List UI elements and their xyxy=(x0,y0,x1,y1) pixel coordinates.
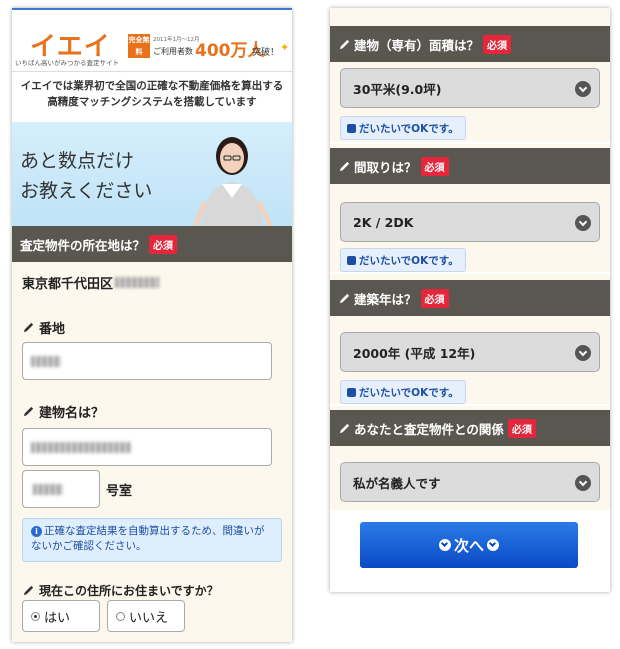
built-value: 2000年 (平成 12年) xyxy=(353,345,476,361)
built-year-section: 建築年は？ 必須 2000年 (平成 12年) だいたいでOKです。 xyxy=(330,274,610,404)
required-badge: 必須 xyxy=(420,156,449,176)
built-hint-text: だいたいでOKです。 xyxy=(359,386,459,399)
area-value: 30平米(9.0坪) xyxy=(353,81,442,97)
logo-subtitle: いちばん高いがみつかる査定サイト xyxy=(15,59,119,67)
residence-yes-radio[interactable]: はい xyxy=(22,600,100,632)
pencil-icon xyxy=(339,423,350,433)
chevron-down-icon xyxy=(575,345,591,361)
building-label: 建物名は？ xyxy=(12,402,104,421)
intro-text: イエイでは業界初で全国の正確な不動産価格を算出する高精度マッチングシステムを搭載… xyxy=(12,72,292,122)
relation-value: 私が名義人です xyxy=(353,475,441,491)
chevron-down-icon xyxy=(575,475,591,491)
pencil-icon xyxy=(23,585,34,596)
users-label: ご利用者数 xyxy=(153,47,193,56)
next-button-label: 次へ xyxy=(453,536,484,555)
built-hint: だいたいでOKです。 xyxy=(340,380,466,404)
layout-title: 間取りは？ xyxy=(354,159,417,175)
users-period: 2011年1月〜12月 xyxy=(153,37,200,43)
area-section: 建物（専有）面積は？ 必須 30平米(9.0坪) だいたいでOKです。 xyxy=(330,8,610,142)
pencil-icon xyxy=(339,39,350,49)
relation-select[interactable]: 私が名義人です xyxy=(340,462,600,502)
thumbs-up-icon xyxy=(347,255,356,265)
layout-hint: だいたいでOKです。 xyxy=(340,248,466,272)
layout-hint-text: だいたいでOKです。 xyxy=(359,254,459,267)
thumbs-up-icon xyxy=(347,123,356,133)
building-label-text: 建物名は？ xyxy=(39,406,105,421)
arrow-down-circle-icon xyxy=(438,539,451,551)
location-form-body: 東京都千代田区 番地 建物名は？ 号室 i 正確な査定結果を自動算出するため、間違… xyxy=(12,262,292,642)
chevron-down-icon xyxy=(575,215,591,231)
radio-unselected-icon xyxy=(116,611,125,621)
next-button-area: 次へ xyxy=(330,510,610,592)
layout-select[interactable]: 2K / 2DK xyxy=(340,202,600,242)
required-badge: 必須 xyxy=(507,418,536,438)
chevron-down-icon xyxy=(575,81,591,97)
site-header: イエイ いちばん高いがみつかる査定サイト 完全無料 2011年1月〜12月 ご利… xyxy=(12,10,292,72)
residence-no-label: いいえ xyxy=(129,610,169,626)
hero-line-2: お教えください xyxy=(20,180,153,202)
building-redacted xyxy=(31,442,131,453)
area-title: 建物（専有）面積は？ xyxy=(354,37,480,53)
area-section-header: 建物（専有）面積は？ 必須 xyxy=(330,26,610,62)
address-display: 東京都千代田区 xyxy=(12,262,292,302)
pencil-icon xyxy=(339,293,350,303)
pencil-icon xyxy=(23,322,34,333)
address-redacted xyxy=(115,276,160,288)
residence-question: 現在この住所にお住まいですか？ xyxy=(39,584,219,598)
location-section-header: 査定物件の所在地は？ 必須 xyxy=(12,226,292,262)
area-hint: だいたいでOKです。 xyxy=(340,116,466,140)
layout-section: 間取りは？ 必須 2K / 2DK だいたいでOKです。 xyxy=(330,144,610,272)
layout-section-header: 間取りは？ 必須 xyxy=(330,148,610,184)
required-badge: 必須 xyxy=(420,288,449,308)
building-name-input[interactable] xyxy=(22,428,272,466)
banchi-redacted xyxy=(31,356,61,367)
relation-title: あなたと査定物件との関係 xyxy=(354,421,504,437)
banchi-label-text: 番地 xyxy=(39,322,66,337)
location-title: 査定物件の所在地は？ xyxy=(20,237,146,253)
layout-value: 2K / 2DK xyxy=(353,214,414,230)
users-suffix: 突破！ xyxy=(252,48,280,58)
room-number-input[interactable] xyxy=(22,470,100,508)
free-badge: 完全無料 xyxy=(128,34,150,58)
banchi-input[interactable] xyxy=(22,342,272,380)
notice-box: i 正確な査定結果を自動算出するため、間違いがないかご確認ください。 xyxy=(22,518,282,562)
residence-label: 現在この住所にお住まいですか？ xyxy=(12,582,219,599)
area-hint-text: だいたいでOKです。 xyxy=(359,122,459,135)
room-suffix: 号室 xyxy=(106,484,133,499)
hero-text: あと数点だけ お教えください xyxy=(20,146,152,206)
required-badge: 必須 xyxy=(149,234,178,254)
area-select[interactable]: 30平米(9.0坪) xyxy=(340,68,600,108)
banchi-label: 番地 xyxy=(12,318,65,337)
arrow-down-circle-icon xyxy=(487,539,499,551)
built-title: 建築年は？ xyxy=(354,291,417,307)
sparkle-icon: ✦ xyxy=(280,41,290,54)
relation-section-header: あなたと査定物件との関係 必須 xyxy=(330,410,610,446)
built-year-select[interactable]: 2000年 (平成 12年) xyxy=(340,332,600,372)
thumbs-up-icon xyxy=(347,387,356,397)
built-section-header: 建築年は？ 必須 xyxy=(330,280,610,316)
form-panel-right: 建物（専有）面積は？ 必須 30平米(9.0坪) だいたいでOKです。 間取りは… xyxy=(330,8,610,592)
relation-section: あなたと査定物件との関係 必須 私が名義人です xyxy=(330,406,610,510)
required-badge: 必須 xyxy=(483,34,512,54)
room-redacted xyxy=(33,484,63,495)
address-text: 東京都千代田区 xyxy=(22,276,114,292)
pencil-icon xyxy=(23,406,34,417)
next-button[interactable]: 次へ xyxy=(360,522,578,568)
operator-person-image xyxy=(193,137,273,226)
residence-yes-label: はい xyxy=(44,610,71,626)
form-panel-left: イエイ いちばん高いがみつかる査定サイト 完全無料 2011年1月〜12月 ご利… xyxy=(12,8,292,642)
hero-banner: あと数点だけ お教えください xyxy=(12,122,292,226)
pencil-icon xyxy=(339,161,350,171)
radio-selected-icon xyxy=(31,611,40,621)
hero-line-1: あと数点だけ xyxy=(20,150,135,172)
residence-no-radio[interactable]: いいえ xyxy=(107,600,185,632)
notice-text: 正確な査定結果を自動算出するため、間違いがないかご確認ください。 xyxy=(31,525,265,552)
info-icon: i xyxy=(31,525,42,537)
